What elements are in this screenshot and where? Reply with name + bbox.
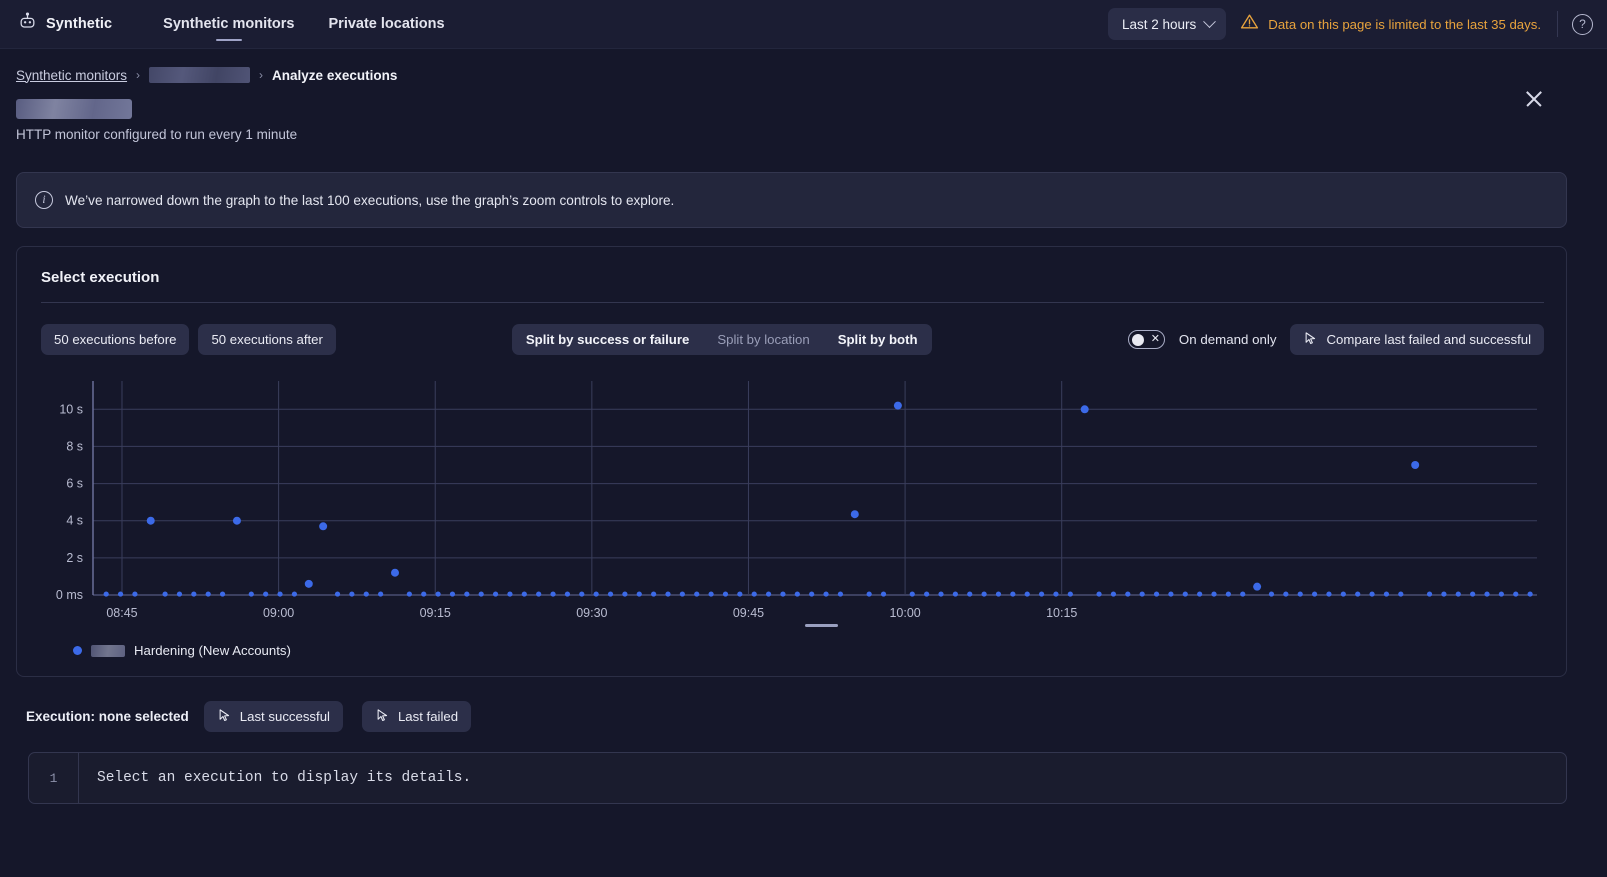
on-demand-only-toggle[interactable]: ✕ bbox=[1127, 330, 1165, 349]
help-circle-icon[interactable]: ? bbox=[1572, 13, 1593, 35]
svg-text:6 s: 6 s bbox=[66, 477, 83, 491]
executions-scatter-chart[interactable]: 0 ms 2 s 4 s 6 s 8 s 10 s 08:45 09:00 09:15 09:30… bbox=[39, 379, 1544, 629]
robot-icon bbox=[18, 12, 37, 36]
brand-label: Synthetic bbox=[46, 16, 113, 32]
chart-legend: Hardening (New Accounts) bbox=[73, 643, 1544, 658]
editor-line-number: 1 bbox=[29, 753, 79, 803]
page-subtitle: HTTP monitor configured to run every 1 m… bbox=[16, 127, 298, 142]
compare-last-failed-and-successful-button[interactable]: Compare last failed and successful bbox=[1290, 324, 1544, 355]
tab-split-by-success-or-failure[interactable]: Split by success or failure bbox=[512, 324, 703, 355]
page-header: HTTP monitor configured to run every 1 m… bbox=[0, 83, 1607, 142]
top-navigation-bar: Synthetic Synthetic monitors Private loc… bbox=[0, 0, 1607, 49]
cursor-pointer-icon bbox=[375, 708, 390, 726]
card-divider bbox=[41, 302, 1544, 303]
data-retention-warning: Data on this page is limited to the last… bbox=[1240, 12, 1541, 36]
last-successful-label: Last successful bbox=[239, 709, 330, 724]
breadcrumb-current-page: Analyze executions bbox=[272, 67, 398, 83]
warning-text: Data on this page is limited to the last… bbox=[1268, 16, 1541, 32]
page-title-redacted bbox=[16, 99, 132, 119]
nav-divider bbox=[1557, 11, 1558, 37]
editor-content: Select an execution to display its detai… bbox=[97, 770, 472, 786]
execution-status-label: Execution: none selected bbox=[26, 709, 189, 724]
toggle-knob bbox=[1131, 333, 1144, 346]
time-range-picker[interactable]: Last 2 hours bbox=[1108, 8, 1227, 40]
svg-text:09:15: 09:15 bbox=[420, 606, 451, 620]
svg-text:10:15: 10:15 bbox=[1046, 606, 1077, 620]
chart-svg: 0 ms 2 s 4 s 6 s 8 s 10 s 08:45 09:00 09:15 09:30… bbox=[56, 381, 1537, 620]
breadcrumb-separator: › bbox=[136, 68, 141, 82]
last-successful-button[interactable]: Last successful bbox=[203, 701, 343, 732]
execution-selection-row: Execution: none selected Last successful… bbox=[26, 701, 1607, 732]
compare-button-label: Compare last failed and successful bbox=[1326, 332, 1531, 347]
svg-text:0 ms: 0 ms bbox=[56, 588, 83, 602]
select-execution-card: Select execution 50 executions before 50… bbox=[16, 246, 1567, 677]
chart-controls-row: 50 executions before 50 executions after… bbox=[39, 324, 1544, 355]
nav-item-label: Synthetic monitors bbox=[163, 16, 295, 32]
time-range-label: Last 2 hours bbox=[1122, 16, 1197, 32]
legend-series-label[interactable]: Hardening (New Accounts) bbox=[134, 643, 291, 658]
nav-item-synthetic-monitors[interactable]: Synthetic monitors bbox=[146, 0, 311, 49]
primary-nav: Synthetic monitors Private locations bbox=[146, 0, 461, 49]
svg-text:09:00: 09:00 bbox=[263, 606, 294, 620]
info-banner: i We’ve narrowed down the graph to the l… bbox=[16, 172, 1567, 228]
top-nav-right: Last 2 hours Data on this page is limite… bbox=[1108, 8, 1593, 40]
brand[interactable]: Synthetic bbox=[18, 12, 112, 36]
legend-color-swatch bbox=[73, 646, 82, 655]
tab-split-by-both[interactable]: Split by both bbox=[824, 324, 932, 355]
nav-item-label: Private locations bbox=[328, 16, 445, 32]
breadcrumb-root-link[interactable]: Synthetic monitors bbox=[16, 68, 127, 83]
on-demand-only-label: On demand only bbox=[1178, 332, 1277, 347]
cursor-pointer-icon bbox=[217, 708, 232, 726]
svg-text:2 s: 2 s bbox=[66, 551, 83, 565]
execution-details-editor[interactable]: 1 Select an execution to display its det… bbox=[28, 752, 1567, 804]
last-failed-button[interactable]: Last failed bbox=[361, 701, 472, 732]
info-banner-text: We’ve narrowed down the graph to the las… bbox=[65, 192, 675, 208]
svg-text:8 s: 8 s bbox=[66, 439, 83, 453]
svg-text:09:45: 09:45 bbox=[733, 606, 764, 620]
svg-text:4 s: 4 s bbox=[66, 514, 83, 528]
breadcrumb: Synthetic monitors › › Analyze execution… bbox=[0, 49, 1607, 83]
chevron-down-icon bbox=[1203, 14, 1217, 28]
executions-before-button[interactable]: 50 executions before bbox=[41, 324, 190, 355]
info-circle-icon: i bbox=[35, 191, 53, 209]
close-icon[interactable] bbox=[1523, 88, 1545, 110]
breadcrumb-separator: › bbox=[259, 68, 264, 82]
svg-text:09:30: 09:30 bbox=[576, 606, 607, 620]
chart-zoom-handle[interactable] bbox=[805, 624, 838, 627]
split-mode-segmented-control: Split by success or failure Split by loc… bbox=[511, 324, 932, 355]
chart-right-controls: ✕ On demand only Compare last failed and… bbox=[1127, 324, 1544, 355]
last-failed-label: Last failed bbox=[397, 709, 459, 724]
warning-triangle-icon bbox=[1240, 12, 1259, 36]
svg-text:10:00: 10:00 bbox=[889, 606, 920, 620]
toggle-off-glyph: ✕ bbox=[1150, 333, 1160, 345]
nav-item-private-locations[interactable]: Private locations bbox=[312, 0, 462, 49]
legend-label-redacted bbox=[91, 644, 125, 657]
executions-after-button[interactable]: 50 executions after bbox=[198, 324, 336, 355]
breadcrumb-monitor-name-redacted[interactable] bbox=[149, 67, 251, 83]
cursor-pointer-icon bbox=[1303, 331, 1318, 349]
svg-text:10 s: 10 s bbox=[59, 402, 83, 416]
card-title: Select execution bbox=[41, 269, 160, 286]
help-glyph: ? bbox=[1579, 17, 1586, 31]
tab-split-by-location[interactable]: Split by location bbox=[703, 324, 823, 355]
svg-text:08:45: 08:45 bbox=[106, 606, 137, 620]
